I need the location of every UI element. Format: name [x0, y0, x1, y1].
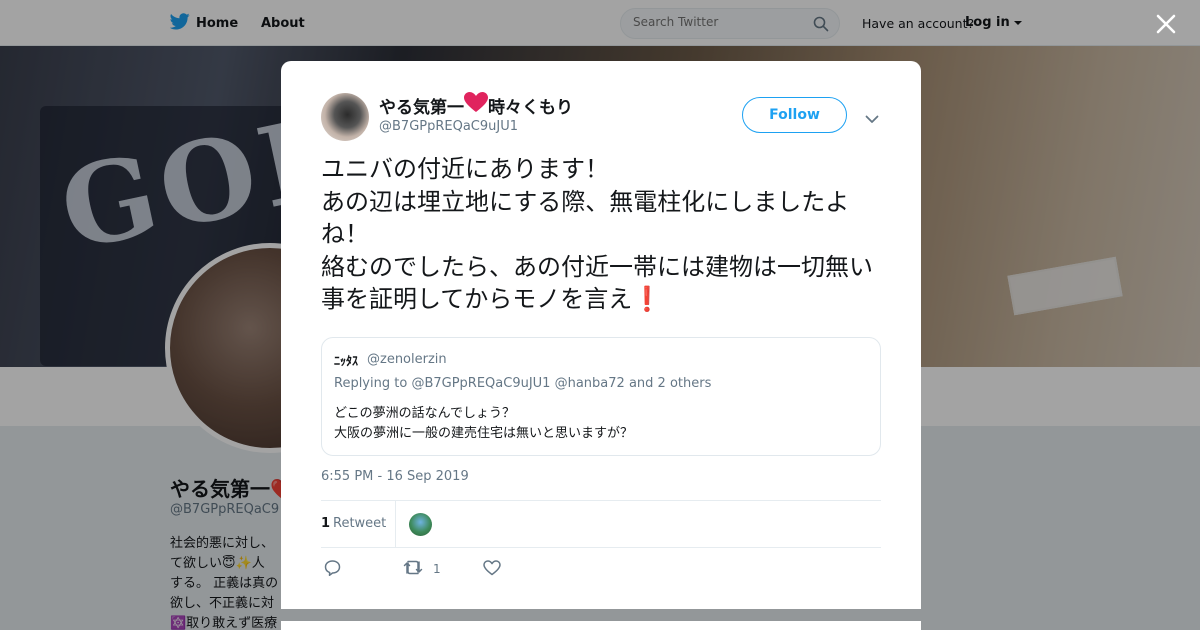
retweet-count[interactable]: 1	[321, 516, 330, 531]
tweet-stats: 1 Retweet	[321, 500, 881, 548]
retweet-icon	[403, 560, 423, 578]
tweet-text-body: ユニバの付近にあります！ あの辺は埋立地にする際、無電柱化にしましたよね！ 絡む…	[321, 155, 873, 313]
author-name[interactable]: やる気第一 時々くもり	[379, 92, 573, 118]
exclamation-emoji: ❗	[632, 285, 663, 313]
heart-icon	[464, 92, 488, 118]
retweeter-avatar[interactable]	[409, 513, 432, 536]
quoted-tweet[interactable]: ﾆｯﾀｽ @zenolerzin Replying to @B7GPpREQaC…	[321, 337, 881, 456]
tweet-text: ユニバの付近にあります！ あの辺は埋立地にする際、無電柱化にしましたよね！ 絡む…	[321, 153, 886, 316]
replying-suffix[interactable]: and 2 others	[629, 376, 711, 391]
follow-button[interactable]: Follow	[742, 97, 847, 133]
quote-replying-to: Replying to @B7GPpREQaC9uJU1 @hanba72 an…	[334, 376, 711, 391]
retweet-label[interactable]: Retweet	[333, 516, 386, 531]
quote-author-name: ﾆｯﾀｽ	[334, 354, 359, 368]
stats-divider	[395, 501, 396, 548]
like-action[interactable]	[483, 560, 501, 579]
chevron-down-icon[interactable]	[865, 109, 879, 128]
replying-handle-1[interactable]: @B7GPpREQaC9uJU1	[411, 376, 550, 391]
author-handle[interactable]: @B7GPpREQaC9uJU1	[379, 119, 518, 134]
tweet-modal: やる気第一 時々くもり @B7GPpREQaC9uJU1 Follow ユニバの…	[281, 61, 921, 609]
next-tweet-card	[281, 621, 921, 630]
reply-icon	[324, 560, 341, 579]
retweet-action[interactable]: 1	[403, 560, 441, 578]
replying-prefix: Replying to	[334, 376, 408, 391]
retweet-action-count: 1	[433, 562, 441, 576]
close-icon[interactable]	[1153, 11, 1179, 41]
quote-author-handle: @zenolerzin	[367, 352, 447, 367]
replying-handle-2[interactable]: @hanba72	[555, 376, 625, 391]
author-name-part: やる気第一	[379, 97, 464, 118]
tweet-timestamp[interactable]: 6:55 PM - 16 Sep 2019	[321, 469, 469, 484]
quote-text: どこの夢洲の話なんでしょう？ 大阪の夢洲に一般の建売住宅は無いと思いますが？	[334, 406, 634, 441]
tweet-actions: 1	[321, 558, 621, 582]
author-name-suffix: 時々くもり	[488, 97, 573, 118]
author-avatar[interactable]	[321, 93, 369, 141]
heart-outline-icon	[483, 560, 501, 579]
reply-action[interactable]	[324, 560, 341, 579]
